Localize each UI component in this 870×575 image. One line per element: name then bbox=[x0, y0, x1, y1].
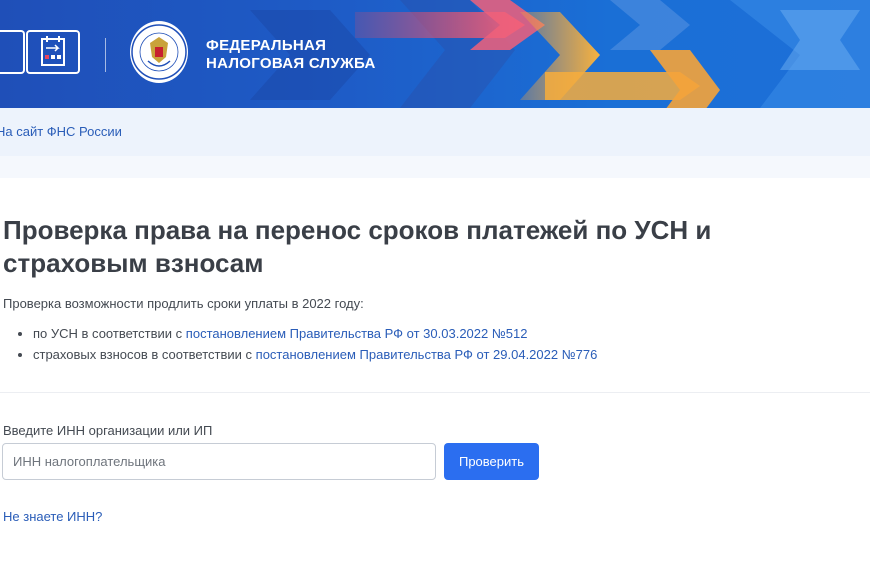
regulation-776-link[interactable]: постановлением Правительства РФ от 29.04… bbox=[256, 347, 598, 362]
unknown-inn-link[interactable]: Не знаете ИНН? bbox=[3, 509, 102, 524]
brand-line-1: ФЕДЕРАЛЬНАЯ bbox=[206, 37, 327, 54]
list-item: страховых взносов в соответствии с поста… bbox=[33, 348, 597, 362]
list-item: по УСН в соответствии с постановлением П… bbox=[33, 327, 597, 341]
page-title: Проверка права на перенос сроков платеже… bbox=[3, 215, 712, 278]
page-description: Проверка возможности продлить сроки упла… bbox=[3, 296, 364, 311]
regulation-512-link[interactable]: постановлением Правительства РФ от 30.03… bbox=[186, 326, 528, 341]
check-button[interactable]: Проверить bbox=[444, 443, 539, 480]
breadcrumb: На сайт ФНС России bbox=[0, 108, 870, 156]
brand-line-2: НАЛОГОВАЯ СЛУЖБА bbox=[206, 55, 376, 72]
inn-input[interactable] bbox=[2, 443, 436, 480]
breadcrumb-fns-site-link[interactable]: На сайт ФНС России bbox=[0, 124, 122, 139]
regulation-list: по УСН в соответствии с постановлением П… bbox=[20, 327, 597, 369]
inn-field-label: Введите ИНН организации или ИП bbox=[3, 423, 213, 438]
calendar-service-button[interactable] bbox=[26, 30, 80, 74]
fns-emblem[interactable] bbox=[130, 21, 188, 83]
breadcrumb-spacer bbox=[0, 156, 870, 178]
brand-name: ФЕДЕРАЛЬНАЯ НАЛОГОВАЯ СЛУЖБА bbox=[206, 37, 376, 73]
site-header: ФЕДЕРАЛЬНАЯ НАЛОГОВАЯ СЛУЖБА bbox=[0, 0, 870, 108]
list-item-text: по УСН в соответствии с bbox=[33, 326, 186, 341]
search-icon bbox=[0, 32, 4, 72]
search-service-button[interactable] bbox=[0, 30, 25, 74]
section-divider bbox=[0, 392, 870, 393]
fns-emblem-icon bbox=[131, 24, 187, 80]
header-divider bbox=[105, 38, 106, 72]
calendar-icon bbox=[41, 36, 65, 66]
list-item-text: страховых взносов в соответствии с bbox=[33, 347, 256, 362]
